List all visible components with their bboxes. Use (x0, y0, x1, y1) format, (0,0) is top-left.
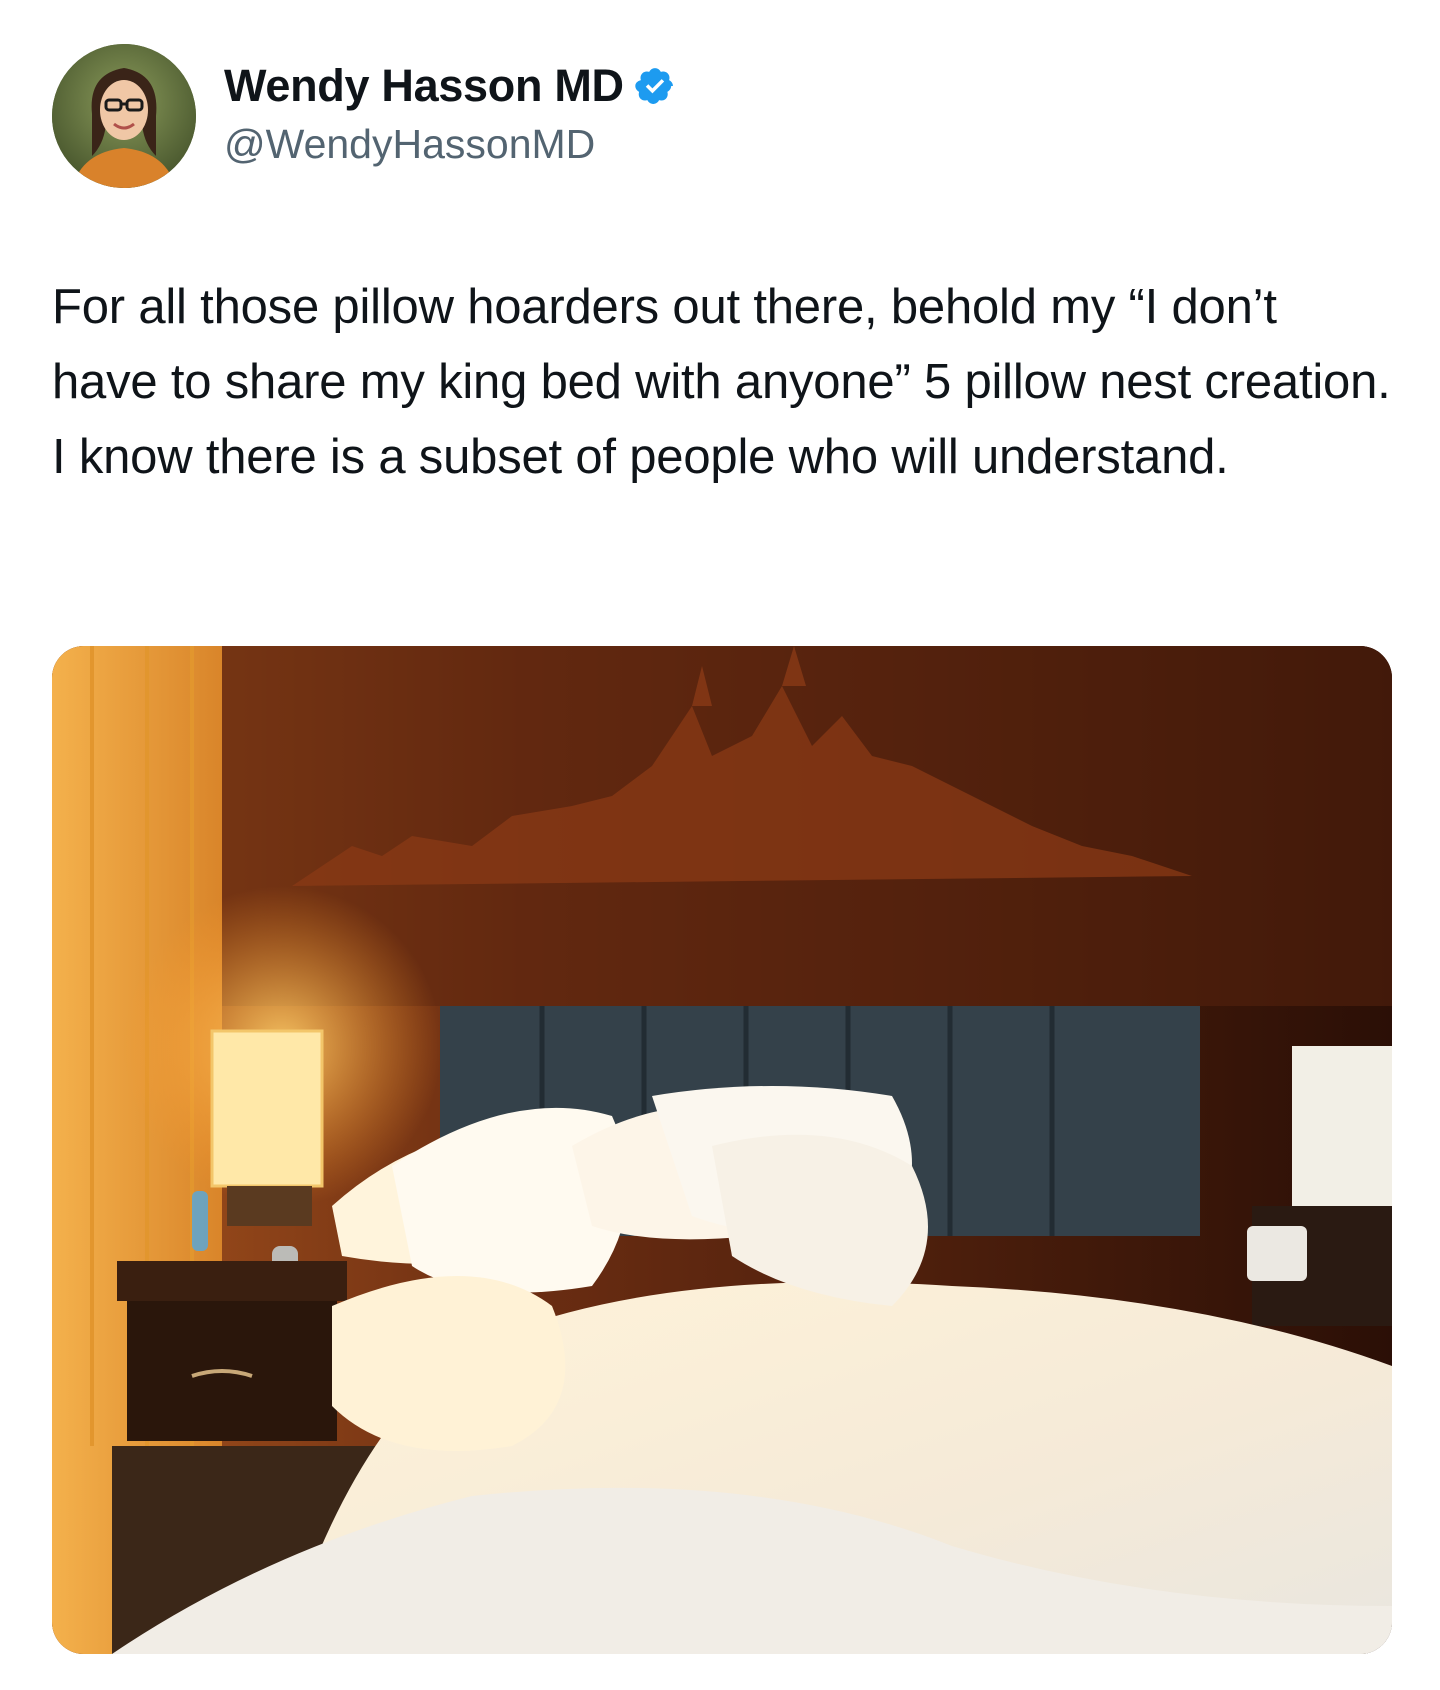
tweet-header: Wendy Hasson MD @WendyHassonMD (52, 44, 952, 194)
display-name-row: Wendy Hasson MD (224, 58, 676, 114)
verified-badge-icon (634, 65, 676, 107)
author-handle[interactable]: @WendyHassonMD (224, 118, 676, 170)
tweet-photo[interactable] (52, 646, 1392, 1654)
bed-photo-image (52, 646, 1392, 1654)
tweet-text: For all those pillow hoarders out there,… (52, 280, 1391, 484)
display-name[interactable]: Wendy Hasson MD (224, 58, 624, 114)
author-names: Wendy Hasson MD @WendyHassonMD (224, 58, 676, 170)
tweet-card: Wendy Hasson MD @WendyHassonMD For all t… (0, 0, 1440, 1690)
avatar[interactable] (52, 44, 196, 188)
profile-photo-icon (52, 44, 196, 188)
